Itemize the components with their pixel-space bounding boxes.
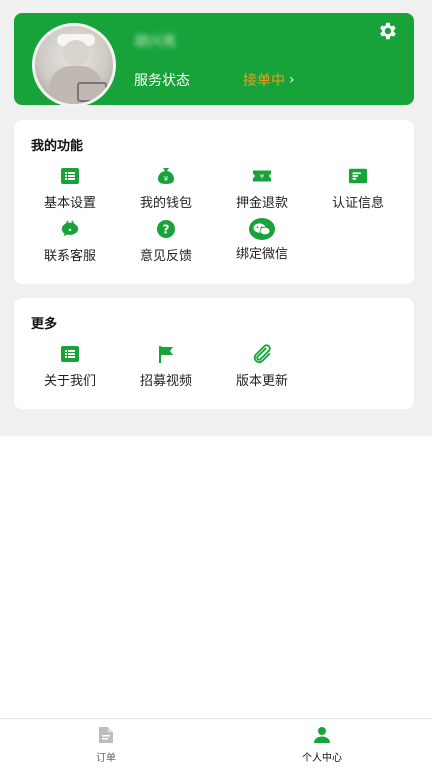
menu-item-label: 关于我们 (43, 374, 96, 389)
menu-item-label: 招募视频 (139, 374, 192, 389)
id-card-icon (348, 166, 368, 186)
svg-text:¥: ¥ (164, 175, 169, 183)
more-card: 更多 关于我们 招募视频 版本更新 (14, 298, 414, 409)
tab-orders[interactable]: 订单 (46, 726, 166, 764)
menu-item-label: 基本设置 (43, 196, 96, 211)
menu-item-deposit-refund[interactable]: ¥ 押金退款 (214, 166, 310, 211)
menu-item-basic-settings[interactable]: 基本设置 (22, 166, 118, 211)
person-icon (314, 727, 330, 743)
wechat-icon (248, 217, 276, 241)
svg-text:¥: ¥ (260, 174, 264, 181)
question-icon: ? (156, 219, 176, 239)
document-icon (99, 727, 113, 743)
paperclip-icon (252, 344, 272, 364)
tab-label: 个人中心 (302, 753, 342, 764)
bottom-tab-bar: 订单 个人中心 (0, 718, 432, 768)
gear-icon[interactable] (376, 20, 398, 42)
service-status-toggle[interactable]: 接单中 › (243, 70, 295, 90)
chevron-right-icon: › (289, 72, 295, 88)
ticket-icon: ¥ (252, 166, 272, 186)
svg-text:?: ? (163, 223, 170, 237)
menu-item-label: 认证信息 (331, 196, 384, 211)
username: 胡兴亮 (134, 34, 176, 50)
service-status-value: 接单中 (243, 73, 285, 89)
menu-item-about-us[interactable]: 关于我们 (22, 344, 118, 389)
avatar[interactable] (32, 23, 116, 107)
menu-item-customer-service[interactable]: 联系客服 (22, 219, 118, 264)
menu-item-label: 联系客服 (43, 249, 96, 264)
menu-item-bind-wechat[interactable]: 绑定微信 (214, 217, 310, 262)
list-icon (60, 166, 80, 186)
profile-card: 胡兴亮 服务状态 接单中 › (14, 13, 414, 107)
menu-item-version-update[interactable]: 版本更新 (214, 344, 310, 389)
my-functions-card: 我的功能 基本设置 ¥ 我的钱包 ¥ 押金退款 认证信息 联系客服 ? 意见反馈… (14, 120, 414, 284)
menu-item-label: 版本更新 (235, 374, 288, 389)
menu-item-wallet[interactable]: ¥ 我的钱包 (118, 166, 214, 211)
tab-label: 订单 (96, 753, 116, 764)
menu-item-label: 绑定微信 (235, 247, 288, 262)
menu-item-feedback[interactable]: ? 意见反馈 (118, 219, 214, 264)
menu-item-label: 意见反馈 (139, 249, 192, 264)
chat-bubble-icon (60, 219, 80, 239)
money-bag-icon: ¥ (156, 166, 176, 186)
menu-item-recruit-video[interactable]: 招募视频 (118, 344, 214, 389)
menu-item-label: 押金退款 (235, 196, 288, 211)
section-title: 更多 (31, 317, 58, 332)
list-icon (60, 344, 80, 364)
flag-icon (156, 344, 176, 364)
tab-personal-center[interactable]: 个人中心 (262, 726, 382, 764)
section-title: 我的功能 (31, 139, 84, 154)
menu-item-label: 我的钱包 (139, 196, 192, 211)
menu-item-certification[interactable]: 认证信息 (310, 166, 406, 211)
service-status-label: 服务状态 (134, 73, 190, 89)
